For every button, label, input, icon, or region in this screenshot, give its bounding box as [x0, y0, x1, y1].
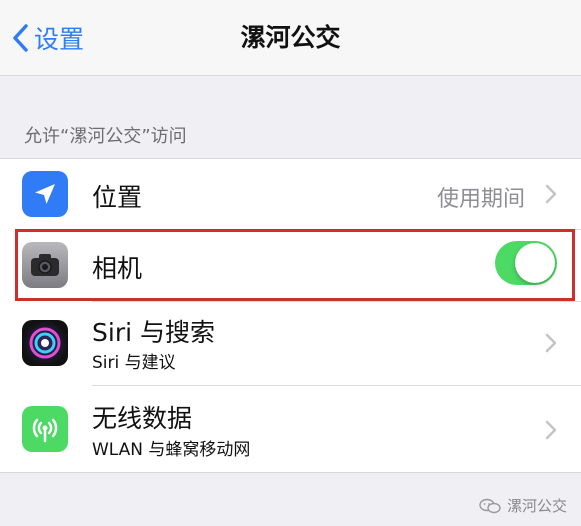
- watermark: 漯河公交: [479, 495, 567, 516]
- location-arrow-icon: [22, 171, 68, 217]
- chevron-right-icon: [545, 420, 557, 440]
- wireless-data-label: 无线数据: [92, 404, 193, 433]
- siri-subtitle: Siri 与建议: [92, 353, 176, 373]
- wechat-icon: [479, 498, 501, 513]
- camera-toggle[interactable]: [495, 241, 557, 285]
- page-title: 漯河公交: [240, 23, 341, 52]
- camera-icon: [22, 242, 68, 288]
- list-item-siri[interactable]: Siri 与搜索 Siri 与建议: [0, 302, 581, 384]
- toggle-knob: [515, 243, 555, 283]
- camera-label: 相机: [92, 254, 143, 283]
- list-item-location[interactable]: 位置 使用期间: [0, 160, 581, 228]
- nav-bar: 设置 漯河公交: [0, 0, 581, 76]
- chevron-right-icon: [545, 184, 557, 204]
- antenna-icon: [22, 406, 68, 452]
- location-value: 使用期间: [436, 187, 525, 212]
- list-item-camera: 相机: [0, 230, 581, 300]
- siri-label: Siri 与搜索: [92, 318, 215, 347]
- watermark-text: 漯河公交: [506, 497, 567, 515]
- siri-icon: [22, 320, 68, 366]
- section-header: 允许“漯河公交”访问: [24, 126, 187, 147]
- chevron-right-icon: [545, 333, 557, 353]
- location-label: 位置: [92, 183, 143, 212]
- list-item-wireless-data[interactable]: 无线数据 WLAN 与蜂窝移动网: [0, 386, 581, 470]
- wireless-data-subtitle: WLAN 与蜂窝移动网: [92, 440, 251, 460]
